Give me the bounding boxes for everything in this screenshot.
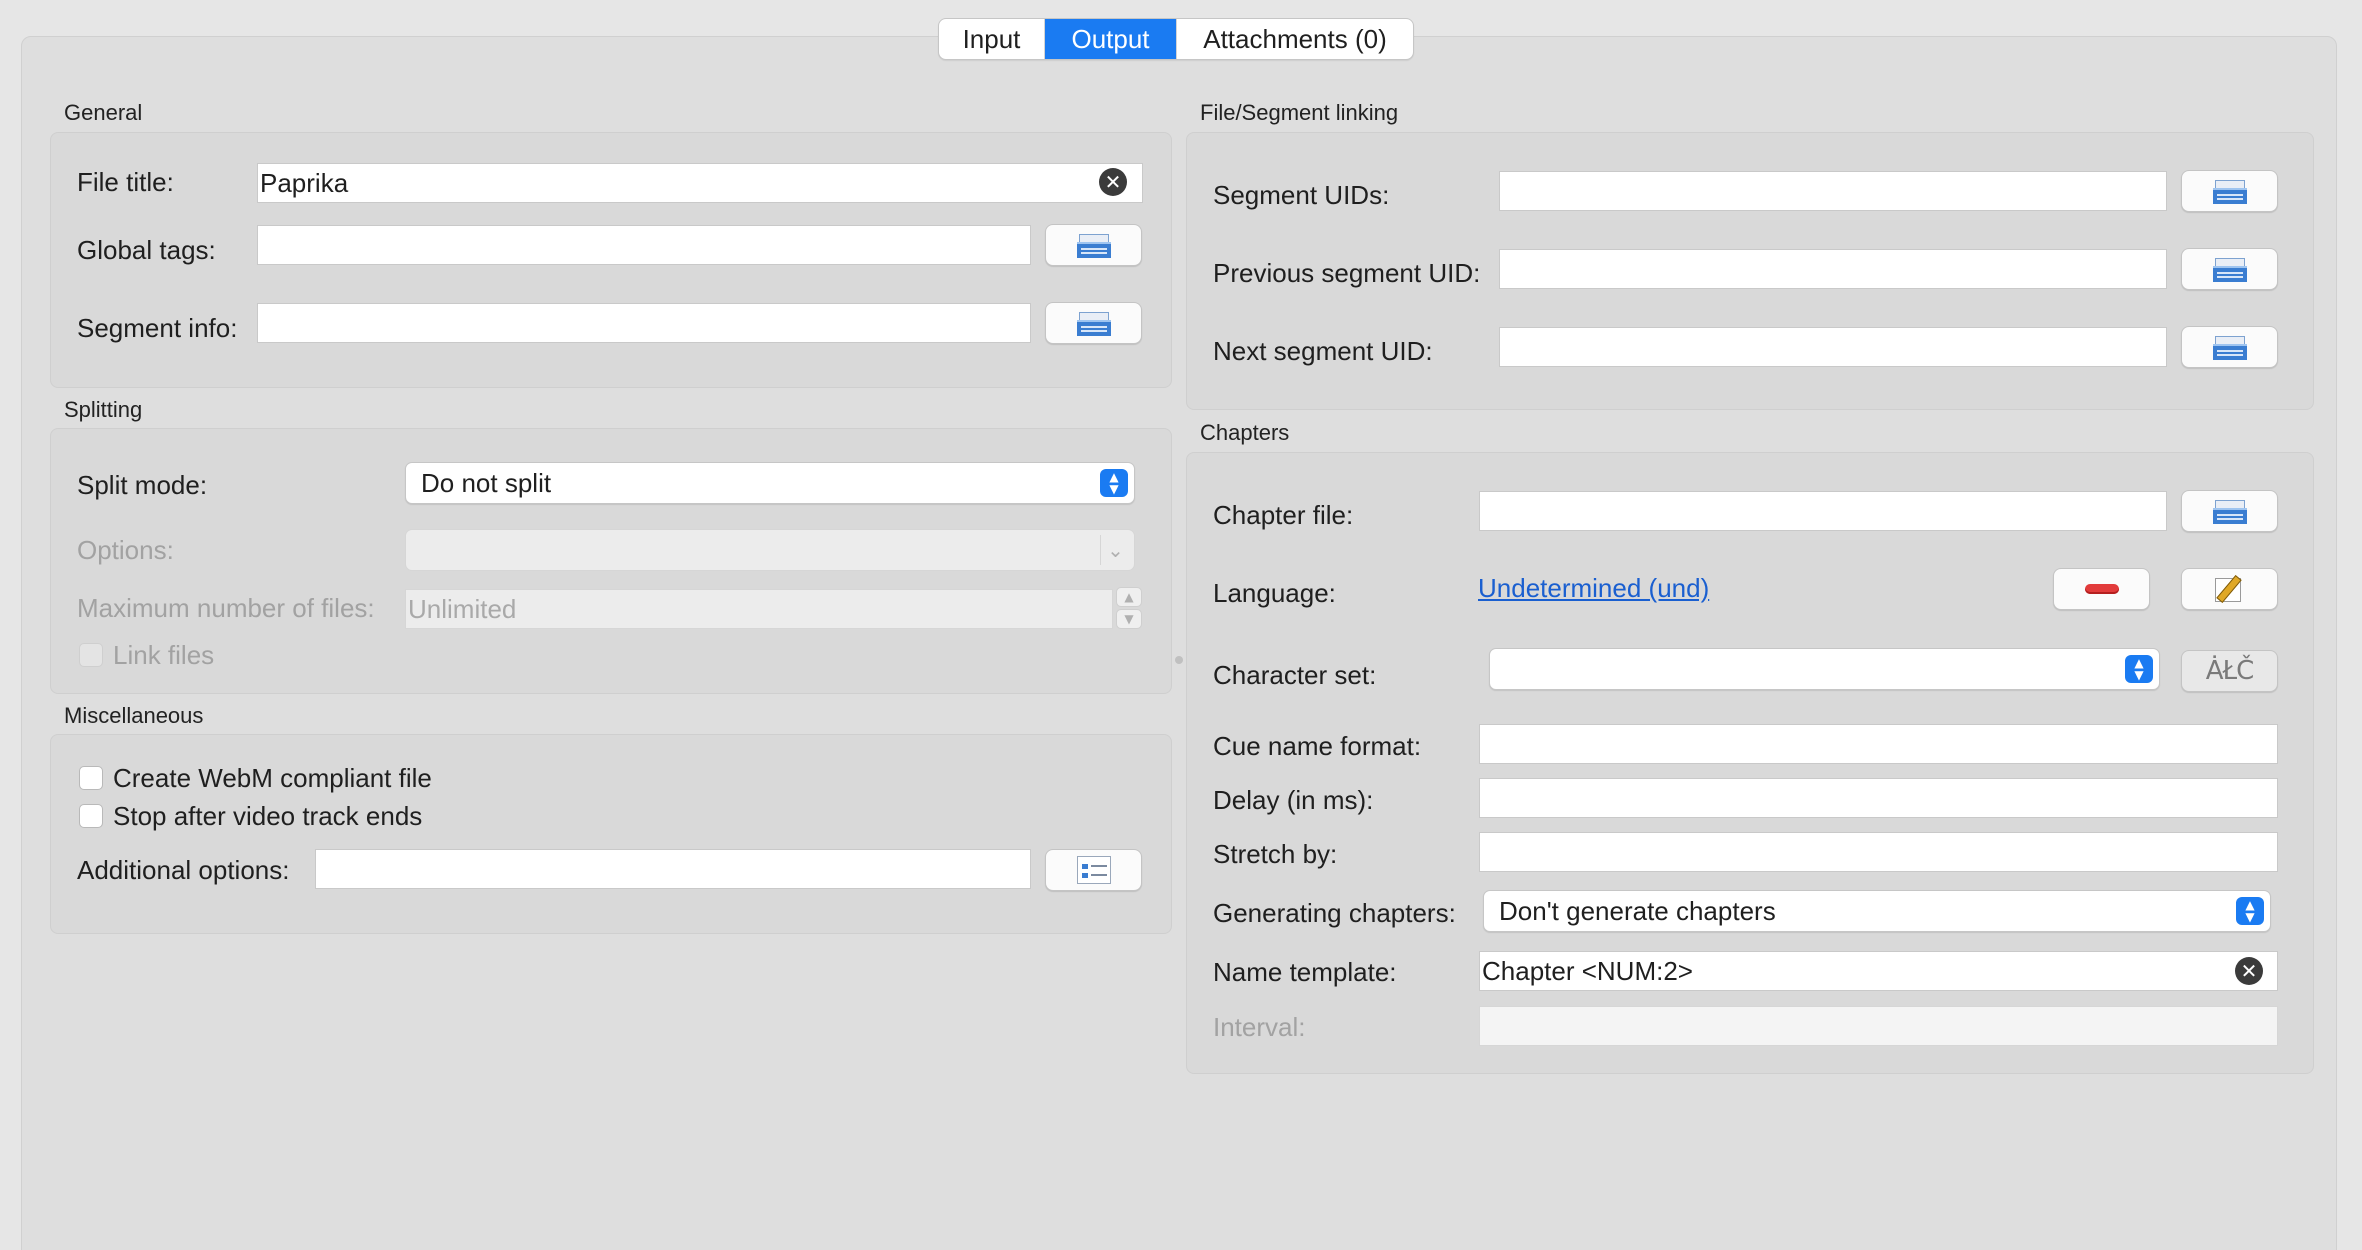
chapter-file-input[interactable] [1479,491,2167,531]
chapters-section-title: Chapters [1200,420,1290,445]
charset-icon: ȦŁČ [2205,656,2255,686]
stepper-down-icon[interactable]: ▼ [1116,609,1142,629]
options-label: Options: [77,535,174,565]
max-files-stepper[interactable]: ▲ ▼ [1116,587,1142,629]
language-link[interactable]: Undetermined (und) [1478,573,1709,604]
options-select[interactable]: ⌄ [405,529,1135,571]
charset-label: Character set: [1213,660,1377,690]
global-tags-label: Global tags: [77,235,216,265]
tab-attachments[interactable]: Attachments (0) [1177,19,1413,59]
segment-info-input[interactable] [257,303,1031,343]
stepper-up-icon[interactable]: ▲ [1116,587,1142,607]
max-files-input[interactable]: Unlimited [405,589,1113,629]
browse-next-uid-button[interactable] [2181,326,2278,368]
options-list-icon [1076,856,1111,884]
tab-bar: Input Output Attachments (0) [938,18,1414,60]
interval-label: Interval: [1213,1012,1306,1042]
pencil-icon [2213,574,2247,604]
folder-icon [1076,232,1111,258]
folder-icon [2212,498,2247,524]
charset-preview-button[interactable]: ȦŁČ [2181,650,2278,692]
name-template-label: Name template: [1213,957,1397,987]
folder-icon [2212,256,2247,282]
delay-label: Delay (in ms): [1213,785,1374,815]
browse-previous-uid-button[interactable] [2181,248,2278,290]
webm-checkbox[interactable] [79,766,103,790]
chapter-file-label: Chapter file: [1213,500,1354,530]
select-arrows-icon: ▲ ▼ [2125,655,2153,683]
edit-language-button[interactable] [2181,568,2278,610]
folder-icon [2212,178,2247,204]
interval-input[interactable] [1479,1006,2278,1046]
additional-options-input[interactable] [315,849,1031,889]
folder-icon [2212,334,2247,360]
split-mode-value: Do not split [421,468,552,498]
link-files-checkbox[interactable] [79,643,103,667]
previous-uid-label: Previous segment UID: [1213,258,1481,288]
name-template-input[interactable]: Chapter <NUM:2> [1479,951,2278,991]
file-title-label: File title: [77,167,174,197]
segment-info-label: Segment info: [77,313,238,343]
browse-global-tags-button[interactable] [1045,224,1142,266]
stop-after-video-checkbox[interactable] [79,804,103,828]
segment-uids-input[interactable] [1499,171,2167,211]
generating-chapters-select[interactable]: Don't generate chapters ▲ ▼ [1483,890,2271,932]
browse-chapter-file-button[interactable] [2181,490,2278,532]
clear-icon[interactable]: ✕ [1099,168,1127,196]
previous-uid-input[interactable] [1499,249,2167,289]
splitter-handle[interactable] [1175,656,1183,664]
tab-input[interactable]: Input [939,19,1045,59]
charset-select[interactable]: ▲ ▼ [1489,648,2160,690]
max-files-label: Maximum number of files: [77,593,375,623]
language-label: Language: [1213,578,1336,608]
stretch-label: Stretch by: [1213,839,1338,869]
stop-after-video-label: Stop after video track ends [113,801,423,831]
chevron-down-icon: ⌄ [1100,535,1130,565]
split-mode-label: Split mode: [77,470,208,500]
folder-icon [1076,310,1111,336]
link-files-label: Link files [113,640,215,670]
browse-segment-info-button[interactable] [1045,302,1142,344]
splitting-section-title: Splitting [64,397,143,422]
generating-chapters-label: Generating chapters: [1213,898,1456,928]
remove-language-button[interactable] [2053,568,2150,610]
additional-options-button[interactable] [1045,849,1142,891]
tab-output[interactable]: Output [1045,19,1177,59]
select-arrows-icon: ▲ ▼ [2236,897,2264,925]
general-section-title: General [64,100,143,125]
select-arrows-icon: ▲ ▼ [1100,469,1128,497]
next-uid-input[interactable] [1499,327,2167,367]
generating-chapters-value: Don't generate chapters [1499,896,1776,926]
next-uid-label: Next segment UID: [1213,336,1433,366]
global-tags-input[interactable] [257,225,1031,265]
split-mode-select[interactable]: Do not split ▲ ▼ [405,462,1135,504]
file-title-input[interactable]: Paprika [257,163,1143,203]
clear-icon[interactable]: ✕ [2235,957,2263,985]
delay-input[interactable] [1479,778,2278,818]
cue-name-format-label: Cue name format: [1213,731,1422,761]
remove-icon [2084,584,2119,594]
additional-options-label: Additional options: [77,855,290,885]
stretch-input[interactable] [1479,832,2278,872]
misc-section-title: Miscellaneous [64,703,204,728]
cue-name-format-input[interactable] [1479,724,2278,764]
segment-uids-label: Segment UIDs: [1213,180,1390,210]
browse-segment-uids-button[interactable] [2181,170,2278,212]
linking-section-title: File/Segment linking [1200,100,1399,125]
webm-label: Create WebM compliant file [113,763,432,793]
